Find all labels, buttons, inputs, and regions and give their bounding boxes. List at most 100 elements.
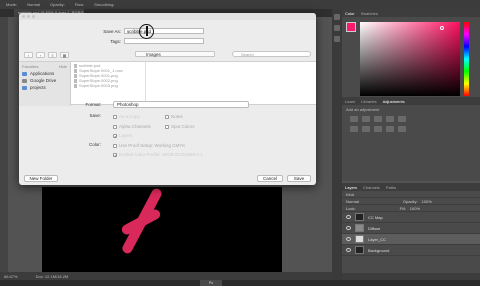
- spot-colors-label: Spot Colors: [171, 124, 195, 129]
- layer-row[interactable]: Background: [342, 245, 480, 256]
- tab-channels[interactable]: Channels: [363, 185, 380, 190]
- tab-adjustments[interactable]: Adjustments: [383, 99, 405, 104]
- browser-toolbar: ‹ › ≡ ▦ Images Search: [19, 50, 316, 59]
- foreground-color-swatch[interactable]: [346, 22, 356, 32]
- format-select[interactable]: Photoshop: [113, 101, 249, 108]
- visibility-eye-icon[interactable]: [346, 248, 351, 252]
- as-a-copy-option[interactable]: As a Copy: [113, 114, 140, 119]
- tab-libraries[interactable]: Libraries: [361, 99, 376, 104]
- visibility-eye-icon[interactable]: [346, 226, 351, 230]
- alpha-channels-checkbox[interactable]: [113, 124, 117, 129]
- layers-panel-tabs: Layers Channels Paths: [342, 183, 480, 191]
- brightness-icon[interactable]: [350, 116, 358, 122]
- save-as-input[interactable]: scribble.psd: [124, 28, 204, 34]
- layers-blend-row: Normal Opacity: 100%: [342, 198, 480, 205]
- photo-filter-icon[interactable]: [386, 126, 394, 132]
- color-panel-tabs: Color Swatches: [342, 9, 480, 17]
- tools-panel[interactable]: [0, 17, 8, 272]
- spot-colors-option[interactable]: Spot Colors: [165, 124, 195, 129]
- save-button[interactable]: Save: [287, 175, 311, 182]
- layer-row[interactable]: Diffuse: [342, 223, 480, 234]
- file-icon: [74, 83, 77, 88]
- color-picker-handle[interactable]: [440, 26, 444, 30]
- use-proof-setup-option[interactable]: Use Proof Setup: Working CMYK: [113, 143, 185, 148]
- sidebar-item-applications[interactable]: Applications: [22, 71, 67, 76]
- layer-name: Layer_CC: [368, 236, 387, 242]
- notes-label: Notes: [171, 114, 183, 119]
- color-picker-field[interactable]: [360, 22, 460, 96]
- opacity-label: Opacity:: [402, 198, 418, 204]
- exposure-icon[interactable]: [386, 116, 394, 122]
- view-mode-button[interactable]: ≡: [48, 51, 57, 58]
- tab-color[interactable]: Color: [345, 11, 355, 16]
- embed-profile-option[interactable]: ✓ Embed Color Profile: sRGB IEC61966-2.1: [113, 152, 203, 157]
- new-folder-button[interactable]: New Folder: [24, 175, 58, 182]
- tab-layers[interactable]: Layers: [345, 185, 357, 190]
- hue-saturation-icon[interactable]: [350, 126, 358, 132]
- layers-checkbox[interactable]: ✓: [113, 133, 117, 138]
- adjustments-panel: Learn Libraries Adjustments Add an adjus…: [342, 97, 480, 181]
- back-button[interactable]: ‹: [24, 51, 33, 58]
- search-input[interactable]: Search: [232, 51, 311, 57]
- use-proof-setup-checkbox[interactable]: [113, 143, 117, 148]
- history-icon[interactable]: [334, 14, 340, 20]
- blend-mode-select[interactable]: Normal: [346, 199, 359, 204]
- dock: [0, 280, 480, 286]
- group-button[interactable]: ▦: [60, 51, 69, 58]
- curves-icon[interactable]: [374, 116, 382, 122]
- tags-input[interactable]: [124, 38, 204, 44]
- sidebar-item-google-drive[interactable]: Google Drive: [22, 78, 67, 83]
- layers-filter-row: Kind: [342, 191, 480, 198]
- layer-row[interactable]: CC Map: [342, 212, 480, 223]
- zoom-level[interactable]: 66.67%: [4, 274, 18, 279]
- layers-lock-row: Lock: Fill: 100%: [342, 205, 480, 212]
- dock-app-label[interactable]: Ps: [200, 280, 222, 286]
- alpha-channels-label: Alpha Channels: [119, 124, 151, 129]
- channel-mixer-icon[interactable]: [398, 126, 406, 132]
- cancel-button[interactable]: Cancel: [257, 175, 283, 182]
- close-icon[interactable]: [22, 15, 25, 18]
- kind-filter[interactable]: Kind: [346, 192, 354, 197]
- notes-checkbox[interactable]: [165, 114, 169, 119]
- alpha-channels-option[interactable]: Alpha Channels: [113, 124, 151, 129]
- file-column: scribble.psd SuperSlope.0001_1.mov Super…: [71, 62, 146, 106]
- tab-paths[interactable]: Paths: [386, 185, 396, 190]
- favorites-sidebar: Favorites Hide Applications Google Drive…: [19, 62, 71, 106]
- notes-option[interactable]: Notes: [165, 114, 183, 119]
- tab-learn[interactable]: Learn: [345, 99, 355, 104]
- minimize-icon[interactable]: [27, 15, 30, 18]
- sidebar-item-label: projects: [30, 85, 46, 90]
- fill-label: Fill:: [399, 205, 406, 211]
- visibility-eye-icon[interactable]: [346, 215, 351, 219]
- status-bar: 66.67% Doc: 12.1M/18.2M: [0, 272, 340, 280]
- color-balance-icon[interactable]: [362, 126, 370, 132]
- levels-icon[interactable]: [362, 116, 370, 122]
- opacity-value[interactable]: 100%: [422, 199, 432, 204]
- fill-value[interactable]: 100%: [410, 206, 420, 211]
- zoom-icon[interactable]: [32, 15, 35, 18]
- dialog-titlebar: [19, 13, 316, 20]
- black-white-icon[interactable]: [374, 126, 382, 132]
- vibrance-icon[interactable]: [398, 116, 406, 122]
- brush-settings-icon[interactable]: [334, 36, 340, 42]
- spot-colors-checkbox[interactable]: [165, 124, 169, 129]
- file-item[interactable]: SuperSlope.0003.png: [74, 83, 142, 88]
- tab-swatches[interactable]: Swatches: [361, 11, 378, 16]
- mode-value[interactable]: Normal: [27, 2, 40, 7]
- embed-profile-checkbox[interactable]: ✓: [113, 152, 117, 157]
- tags-label: Tags:: [110, 38, 121, 44]
- location-popup[interactable]: Images: [135, 51, 215, 57]
- forward-button[interactable]: ›: [36, 51, 45, 58]
- as-a-copy-checkbox[interactable]: [113, 114, 117, 119]
- file-icon: [74, 63, 77, 68]
- hide-link[interactable]: Hide: [59, 64, 67, 69]
- properties-icon[interactable]: [334, 25, 340, 31]
- layers-option[interactable]: ✓ Layers: [113, 133, 133, 138]
- visibility-eye-icon[interactable]: [346, 237, 351, 241]
- layer-row-selected[interactable]: Layer_CC: [342, 234, 480, 245]
- hue-slider[interactable]: [464, 22, 469, 96]
- document-canvas[interactable]: [42, 187, 282, 273]
- color-panel: Color Swatches: [342, 9, 480, 97]
- sidebar-item-projects[interactable]: projects: [22, 85, 67, 90]
- favorites-header: Favorites: [22, 64, 39, 69]
